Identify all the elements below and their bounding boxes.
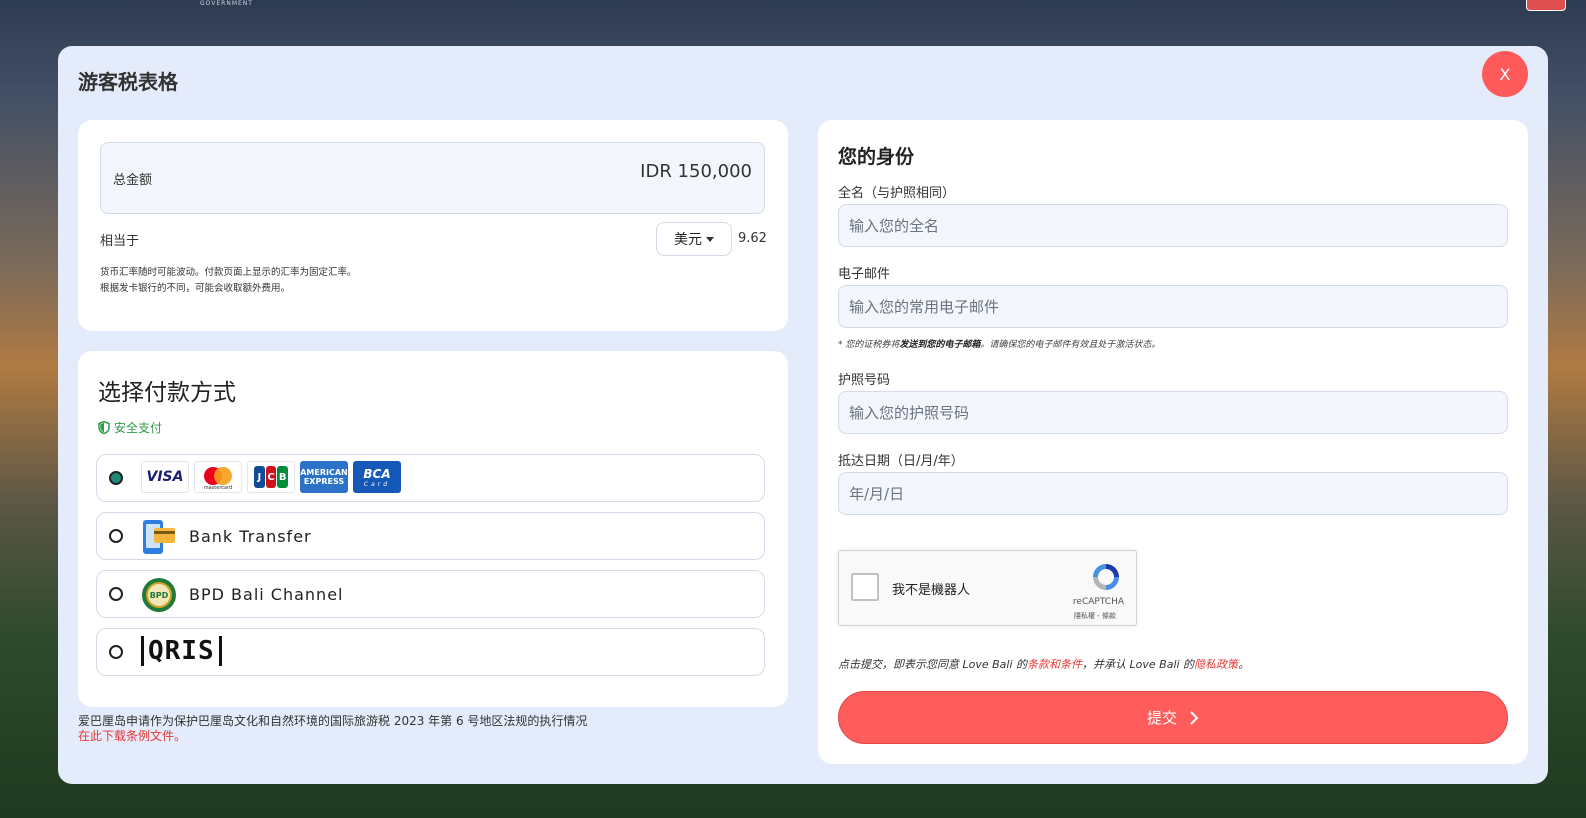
payment-option-bpd-bali[interactable]: BPD BPD Bali Channel: [96, 570, 765, 618]
identity-card: 您的身份 全名（与护照相同） 电子邮件 * 您的证税券将发送到您的电子邮箱。请确…: [818, 120, 1528, 764]
recaptcha-brand: reCAPTCHA: [1072, 597, 1124, 607]
payment-option-card-radio[interactable]: [109, 471, 123, 485]
payment-option-qris-radio[interactable]: [109, 645, 123, 659]
payment-option-card[interactable]: VISA mastercard J C B AMERICAN EXPRESS BC…: [96, 454, 765, 502]
full-name-input[interactable]: [838, 204, 1508, 247]
bank-transfer-icon: [143, 520, 175, 554]
bank-transfer-label: Bank Transfer: [189, 527, 312, 546]
total-amount-label: 总金额: [113, 173, 153, 188]
download-regulation-link[interactable]: 在此下载条例文件。: [78, 727, 186, 744]
equivalent-value: 9.62: [738, 231, 767, 246]
submit-label: 提交: [1146, 709, 1177, 727]
recaptcha-widget: 我不是機器人 reCAPTCHA 隱私權 - 條款: [838, 550, 1137, 626]
svg-text:BPD: BPD: [150, 591, 169, 600]
currency-select-value: 美元: [674, 232, 702, 248]
full-name-label: 全名（与护照相同）: [838, 186, 956, 201]
identity-title: 您的身份: [838, 146, 915, 168]
payment-method-title: 选择付款方式: [98, 380, 236, 406]
currency-select[interactable]: 美元: [656, 222, 732, 256]
payment-option-bpd-bali-radio[interactable]: [109, 587, 123, 601]
qris-logo: QRIS: [141, 636, 222, 666]
payment-option-qris[interactable]: QRIS: [96, 628, 765, 676]
caret-down-icon: [706, 236, 714, 242]
total-amount-value: IDR 150,000: [640, 161, 752, 182]
close-button[interactable]: X: [1482, 51, 1528, 97]
jcb-logo: J C B: [247, 461, 295, 493]
passport-input[interactable]: [838, 391, 1508, 434]
exchange-rate-note: 货币汇率随时可能波动。付款页面上显示的汇率为固定汇率。 根据发卡银行的不同，可能…: [100, 265, 357, 297]
terms-agreement: 点击提交，即表示您同意 Love Bali 的条款和条件，并承认 Love Ba…: [838, 658, 1250, 671]
recaptcha-checkbox[interactable]: [851, 573, 879, 601]
payment-method-card: 选择付款方式 安全支付 VISA mastercard J C B AMERIC…: [78, 351, 788, 707]
card-logos: VISA mastercard J C B AMERICAN EXPRESS BC…: [141, 461, 401, 493]
total-amount-card: 总金额 IDR 150,000 相当于 美元 9.62 货币汇率随时可能波动。付…: [78, 120, 788, 331]
payment-option-bank-transfer[interactable]: Bank Transfer: [96, 512, 765, 560]
background-logo-text: GOVERNMENT: [200, 0, 253, 7]
recaptcha-icon: [1093, 564, 1119, 590]
arrival-date-input[interactable]: [838, 472, 1508, 515]
exchange-rate-note-line2: 根据发卡银行的不同，可能会收取额外费用。: [100, 283, 291, 294]
recaptcha-label: 我不是機器人: [892, 583, 971, 598]
bca-card-logo: BCA Card: [353, 461, 401, 493]
arrival-date-label: 抵达日期（日/月/年）: [838, 454, 964, 469]
shield-icon: [98, 421, 110, 434]
visa-logo: VISA: [141, 461, 189, 493]
passport-label: 护照号码: [838, 373, 891, 388]
amex-logo: AMERICAN EXPRESS: [300, 461, 348, 493]
modal-title: 游客税表格: [78, 70, 178, 94]
tourist-tax-modal: 游客税表格 X 总金额 IDR 150,000 相当于 美元 9.62 货币汇率…: [58, 46, 1548, 784]
privacy-link[interactable]: 隐私政策: [1194, 658, 1238, 671]
terms-link[interactable]: 条款和条件: [1027, 658, 1082, 671]
bpd-bali-label: BPD Bali Channel: [189, 585, 344, 604]
secure-payment-badge: 安全支付: [98, 419, 162, 436]
total-amount-box: 总金额 IDR 150,000: [100, 142, 765, 214]
recaptcha-links[interactable]: 隱私權 - 條款: [1074, 611, 1116, 621]
submit-button[interactable]: 提交: [838, 691, 1508, 744]
chevron-right-icon: [1190, 710, 1199, 725]
bpd-bali-logo-icon: BPD: [142, 578, 176, 612]
secure-payment-label: 安全支付: [114, 421, 163, 435]
mastercard-logo: mastercard: [194, 461, 242, 493]
email-note: * 您的证税券将发送到您的电子邮箱。请确保您的电子邮件有效且处于激活状态。: [838, 340, 1161, 350]
email-input[interactable]: [838, 285, 1508, 328]
payment-option-bank-transfer-radio[interactable]: [109, 529, 123, 543]
exchange-rate-note-line1: 货币汇率随时可能波动。付款页面上显示的汇率为固定汇率。: [100, 267, 357, 278]
email-label: 电子邮件: [838, 267, 891, 282]
equivalent-label: 相当于: [100, 234, 140, 249]
background-corner-button: [1526, 0, 1566, 11]
